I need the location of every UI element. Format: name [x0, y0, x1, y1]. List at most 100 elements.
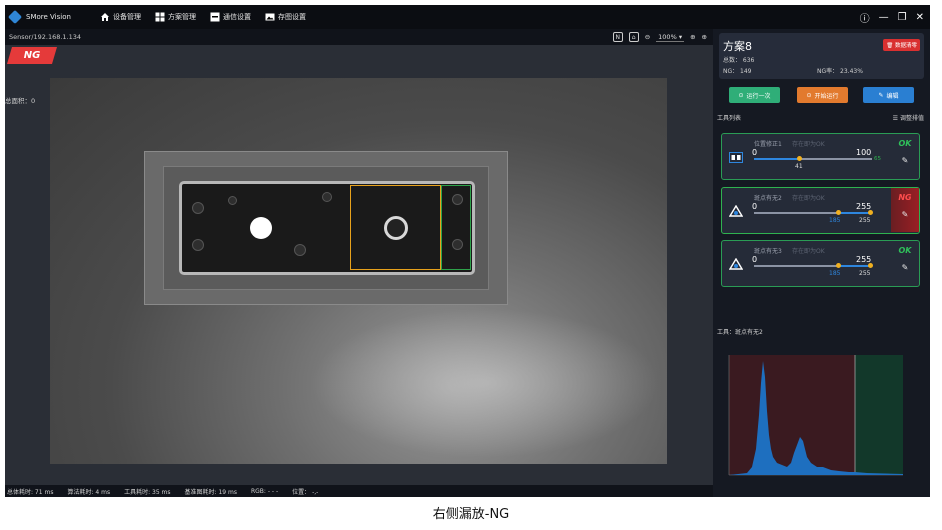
logo-icon [7, 9, 23, 25]
tool-result-ok: OK ✎ [891, 241, 919, 285]
close-icon[interactable]: ✕ [916, 12, 924, 23]
sensor-bar: Sensor/192.168.1.134 N ⌂ ⊖ 100% ▾ ⊕ ⊕ [5, 29, 713, 45]
position-value: 位置： -,- [292, 488, 319, 496]
trash-icon: 🗑 [886, 43, 894, 49]
clear-data-button[interactable]: 🗑 数据清零 [883, 39, 920, 51]
run-once-button[interactable]: ⊙ 运行一次 [729, 87, 780, 103]
tool-result: OK [898, 139, 912, 148]
hole [192, 202, 204, 214]
menu-scheme[interactable]: 方案管理 [155, 12, 196, 22]
slider-current: 185 [829, 270, 841, 277]
menu-comm-label: 通信设置 [223, 13, 251, 21]
restore-icon[interactable]: ❐ [898, 12, 907, 23]
slider-fill [838, 265, 872, 267]
normal-size-icon[interactable]: N [612, 32, 623, 42]
fit-window-icon[interactable]: ⌂ [628, 32, 639, 42]
histogram-chart [728, 355, 903, 476]
tool-list-title: 工具列表 [717, 115, 742, 122]
slider-current-2: 255 [859, 217, 871, 224]
menu-device[interactable]: 设备管理 [100, 12, 141, 22]
monitor-icon [210, 12, 220, 22]
tool-sub: 存在即为OK [792, 195, 825, 202]
tool-result: NG [898, 193, 912, 202]
edit-button[interactable]: ✎ 编辑 [863, 87, 914, 103]
threshold-slider[interactable] [754, 263, 873, 268]
tool-card-1[interactable]: 位置修正1 存在即为OK 0 100 41 65 OK ✎ [721, 133, 920, 180]
run-once-label: 运行一次 [746, 92, 771, 100]
app-window: SMore Vision 设备管理 方案管理 通信设置 存图设置 ⓘ — ❐ ✕… [5, 5, 930, 497]
roi-box-orange[interactable] [350, 185, 441, 270]
blob-icon [728, 257, 744, 271]
start-run-label: 开始运行 [814, 92, 839, 100]
tool-name: 斑点有无2 [754, 195, 782, 202]
menu-image[interactable]: 存图设置 [265, 12, 306, 22]
hole [192, 239, 204, 251]
adjust-threshold-button[interactable]: ☰ 调整排值 [893, 113, 924, 122]
tool-score: 65 [874, 156, 881, 162]
tool-sub: 存在即为OK [792, 248, 825, 255]
edit-label: 编辑 [886, 92, 899, 100]
slider-knob[interactable] [797, 156, 802, 161]
home-icon [101, 13, 109, 21]
info-icon[interactable]: ⓘ [860, 10, 870, 25]
tool-time: 工具耗时: 35 ms [124, 488, 171, 496]
menu-comm[interactable]: 通信设置 [210, 12, 251, 22]
slider-min: 0 [752, 255, 758, 264]
clear-data-label: 数据清零 [894, 43, 917, 49]
tool-card-2[interactable]: 斑点有无2 存在即为OK 0 255 185 255 NG ✎ [721, 187, 920, 234]
edit-tool-icon[interactable]: ✎ [902, 210, 909, 219]
minimize-icon[interactable]: — [879, 12, 889, 23]
slider-knob[interactable] [836, 263, 841, 268]
threshold-slider[interactable] [754, 156, 872, 161]
scheme-card: 方案8 🗑 数据清零 总数： 636 NG： 149 NG率： 23.43% [719, 33, 924, 79]
app-name: SMore Vision [26, 13, 71, 21]
tool-name: 位置修正1 [754, 141, 782, 148]
camera-image[interactable] [50, 78, 667, 464]
image-viewer[interactable]: NG 总面积：0 [5, 45, 713, 485]
slider-knob[interactable] [868, 210, 873, 215]
zoom-fit-icon[interactable]: ⊕ [702, 33, 707, 41]
tool-result: OK [898, 246, 912, 255]
roi-box-green[interactable] [441, 185, 471, 270]
play-icon: ⊙ [806, 91, 812, 99]
sliders-icon: ☰ [892, 115, 899, 122]
edit-tool-icon[interactable]: ✎ [902, 263, 909, 272]
slider-max: 100 [856, 148, 872, 157]
slider-knob[interactable] [836, 210, 841, 215]
tool-card-3[interactable]: 斑点有无3 存在即为OK 0 255 185 255 OK ✎ [721, 240, 920, 287]
grid-icon [155, 12, 165, 22]
tool-name: 斑点有无3 [754, 248, 782, 255]
tool-sub: 存在即为OK [792, 141, 825, 148]
scheme-name: 方案8 [723, 40, 752, 53]
viewer-toolbar: N ⌂ ⊖ 100% ▾ ⊕ ⊕ [612, 29, 707, 45]
title-bar: SMore Vision 设备管理 方案管理 通信设置 存图设置 ⓘ — ❐ ✕ [5, 5, 930, 29]
zoom-out-icon[interactable]: ⊖ [645, 33, 650, 41]
base-time: 基准图耗时: 19 ms [184, 488, 237, 496]
scheme-ng: NG： 149 [723, 68, 752, 75]
algo-time: 算法耗时: 4 ms [67, 488, 111, 496]
slider-min: 0 [752, 202, 758, 211]
scheme-total: 总数： 636 [723, 57, 755, 64]
position-correct-icon [728, 150, 744, 164]
threshold-slider[interactable] [754, 210, 873, 215]
histogram-bg-green [855, 355, 903, 475]
image-icon [265, 13, 275, 21]
hole [228, 196, 237, 205]
zoom-in-icon[interactable]: ⊕ [690, 33, 695, 41]
slider-fill [754, 158, 799, 160]
rgb-value: RGB: - - - [250, 487, 279, 495]
histogram-tool-label: 工具：斑点有无2 [717, 329, 763, 336]
start-run-button[interactable]: ⊙ 开始运行 [797, 87, 848, 103]
slider-knob[interactable] [868, 263, 873, 268]
histogram-bg-red [729, 355, 855, 475]
slider-fill [838, 212, 872, 214]
app-logo: SMore Vision [7, 9, 100, 25]
zoom-value: 100% [658, 32, 677, 41]
window-controls: ⓘ — ❐ ✕ [860, 5, 924, 29]
blob-icon [728, 204, 744, 218]
scheme-ng-rate: NG率： 23.43% [817, 68, 863, 75]
edit-tool-icon[interactable]: ✎ [902, 156, 909, 165]
result-badge: NG [7, 47, 57, 64]
zoom-select[interactable]: 100% ▾ [656, 32, 685, 42]
slider-min: 0 [752, 148, 758, 157]
